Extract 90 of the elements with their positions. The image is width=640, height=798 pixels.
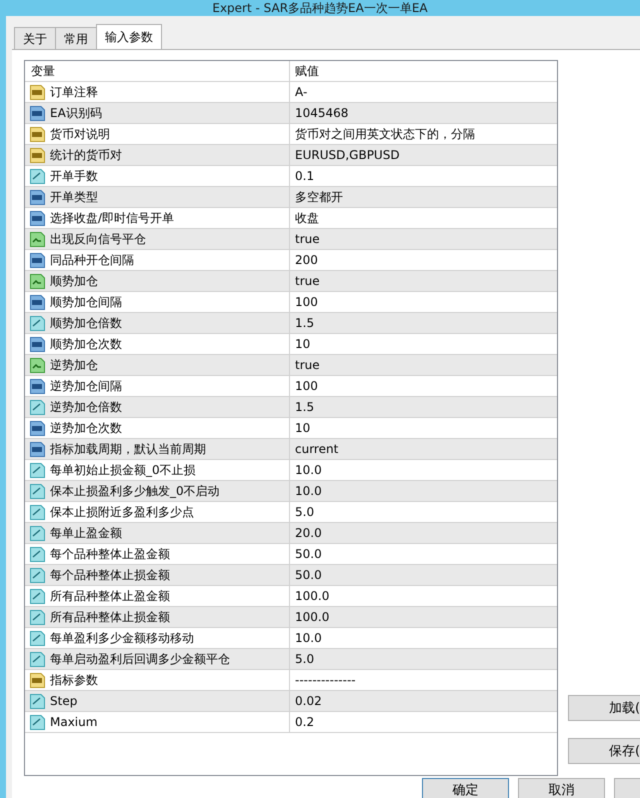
variable-name: 顺势加仓 — [50, 272, 98, 290]
fraction-type-icon — [29, 524, 46, 542]
fraction-type-icon — [29, 168, 46, 184]
variable-name: 每单启动盈利后回调多少金额平仓 — [50, 650, 230, 668]
fraction-type-icon — [29, 398, 46, 416]
variable-name: 选择收盘/即时信号开单 — [50, 210, 174, 226]
value-cell[interactable]: 5.0 — [289, 502, 557, 522]
variable-name: 保本止损盈利多少触发_0不启动 — [50, 482, 220, 500]
value-cell[interactable]: true — [289, 229, 557, 249]
variable-name: 逆势加仓次数 — [50, 420, 122, 436]
variable-name: 顺势加仓倍数 — [50, 314, 122, 332]
boolean-type-icon — [29, 230, 46, 248]
fraction-type-icon — [29, 546, 46, 562]
variable-name: 每单初始止损金额_0不止损 — [50, 462, 196, 478]
value-cell[interactable]: 0.02 — [289, 691, 557, 711]
fraction-type-icon — [29, 588, 46, 604]
variable-name: 指标加载周期，默认当前周期 — [50, 440, 206, 458]
variable-name: 每单止盈金额 — [50, 524, 122, 542]
variable-name: 所有品种整体止盈金额 — [50, 588, 170, 604]
fraction-type-icon — [29, 650, 46, 668]
variable-name: 每个品种整体止盈金额 — [50, 546, 170, 562]
variable-name: 出现反向信号平仓 — [50, 230, 146, 248]
value-cell[interactable]: 200 — [289, 250, 557, 270]
value-cell[interactable]: -------------- — [289, 670, 557, 690]
fraction-type-icon — [29, 482, 46, 500]
variable-name: 所有品种整体止损金额 — [50, 608, 170, 626]
value-cell[interactable]: 1.5 — [289, 397, 557, 417]
value-cell[interactable]: 10.0 — [289, 460, 557, 480]
side-button[interactable]: 保存( — [568, 738, 640, 764]
value-cell[interactable]: 5.0 — [289, 649, 557, 669]
side-button[interactable]: 加载( — [568, 695, 640, 721]
value-cell[interactable]: 10 — [289, 418, 557, 438]
value-cell[interactable]: 10 — [289, 334, 557, 354]
value-cell[interactable]: 20.0 — [289, 523, 557, 543]
column-header: 变量 — [30, 62, 56, 80]
variable-name: 统计的货币对 — [50, 146, 122, 164]
value-cell[interactable]: 1045468 — [289, 103, 557, 123]
dialog-button[interactable]: 取消 — [518, 778, 605, 798]
variable-name: 同品种开仓间隔 — [50, 252, 134, 268]
fraction-type-icon — [29, 566, 46, 584]
boolean-type-icon — [29, 356, 46, 374]
variable-name: 订单注释 — [50, 84, 98, 100]
value-cell[interactable]: 100 — [289, 292, 557, 312]
fraction-type-icon — [29, 692, 46, 710]
variable-name: 逆势加仓倍数 — [50, 398, 122, 416]
value-cell[interactable]: A- — [289, 82, 557, 102]
value-cell[interactable]: 多空都开 — [289, 187, 557, 207]
tab[interactable]: 关于 — [14, 27, 56, 49]
value-cell[interactable]: 收盘 — [289, 208, 557, 228]
dialog-button[interactable]: 确定 — [422, 778, 509, 798]
variable-name: 顺势加仓次数 — [50, 336, 122, 352]
variable-name: EA识别码 — [50, 104, 102, 122]
value-cell[interactable]: 100.0 — [289, 586, 557, 606]
fraction-type-icon — [29, 314, 46, 332]
column-header: 赋值 — [289, 61, 557, 81]
fraction-type-icon — [29, 462, 46, 478]
value-cell[interactable]: 货币对之间用英文状态下的，分隔 — [289, 124, 557, 144]
variable-name: 每个品种整体止损金额 — [50, 566, 170, 584]
boolean-type-icon — [29, 272, 46, 290]
fraction-type-icon — [29, 608, 46, 626]
value-cell[interactable]: true — [289, 355, 557, 375]
variable-name: 开单手数 — [50, 168, 98, 184]
tab[interactable]: 常用 — [55, 27, 97, 49]
value-cell[interactable]: 50.0 — [289, 544, 557, 564]
value-cell[interactable]: 0.1 — [289, 166, 557, 186]
value-cell[interactable]: 1.5 — [289, 313, 557, 333]
value-cell[interactable]: current — [289, 439, 557, 459]
variable-name: Step — [50, 694, 78, 708]
variable-name: 开单类型 — [50, 188, 98, 206]
variable-name: 保本止损附近多盈利多少点 — [50, 504, 194, 520]
variable-name: 货币对说明 — [50, 126, 110, 142]
variable-name: 逆势加仓间隔 — [50, 378, 122, 394]
value-cell[interactable]: 10.0 — [289, 481, 557, 501]
variable-name: 指标参数 — [50, 672, 98, 688]
value-cell[interactable]: 100 — [289, 376, 557, 396]
variable-name: Maxium — [50, 715, 98, 729]
value-cell[interactable]: 10.0 — [289, 628, 557, 648]
value-cell[interactable]: EURUSD,GBPUSD — [289, 145, 557, 165]
window-title: Expert - SAR多品种趋势EA一次一单EA — [211, 1, 429, 15]
fraction-type-icon — [29, 714, 46, 730]
variable-name: 每单盈利多少金额移动移动 — [50, 630, 194, 646]
variable-name: 逆势加仓 — [50, 356, 98, 374]
fraction-type-icon — [29, 504, 46, 520]
tab[interactable]: 输入参数 — [96, 24, 162, 49]
fraction-type-icon — [29, 630, 46, 646]
value-cell[interactable]: 100.0 — [289, 607, 557, 627]
variable-name: 顺势加仓间隔 — [50, 294, 122, 310]
value-cell[interactable]: 50.0 — [289, 565, 557, 585]
value-cell[interactable]: true — [289, 271, 557, 291]
value-cell[interactable]: 0.2 — [289, 712, 557, 732]
